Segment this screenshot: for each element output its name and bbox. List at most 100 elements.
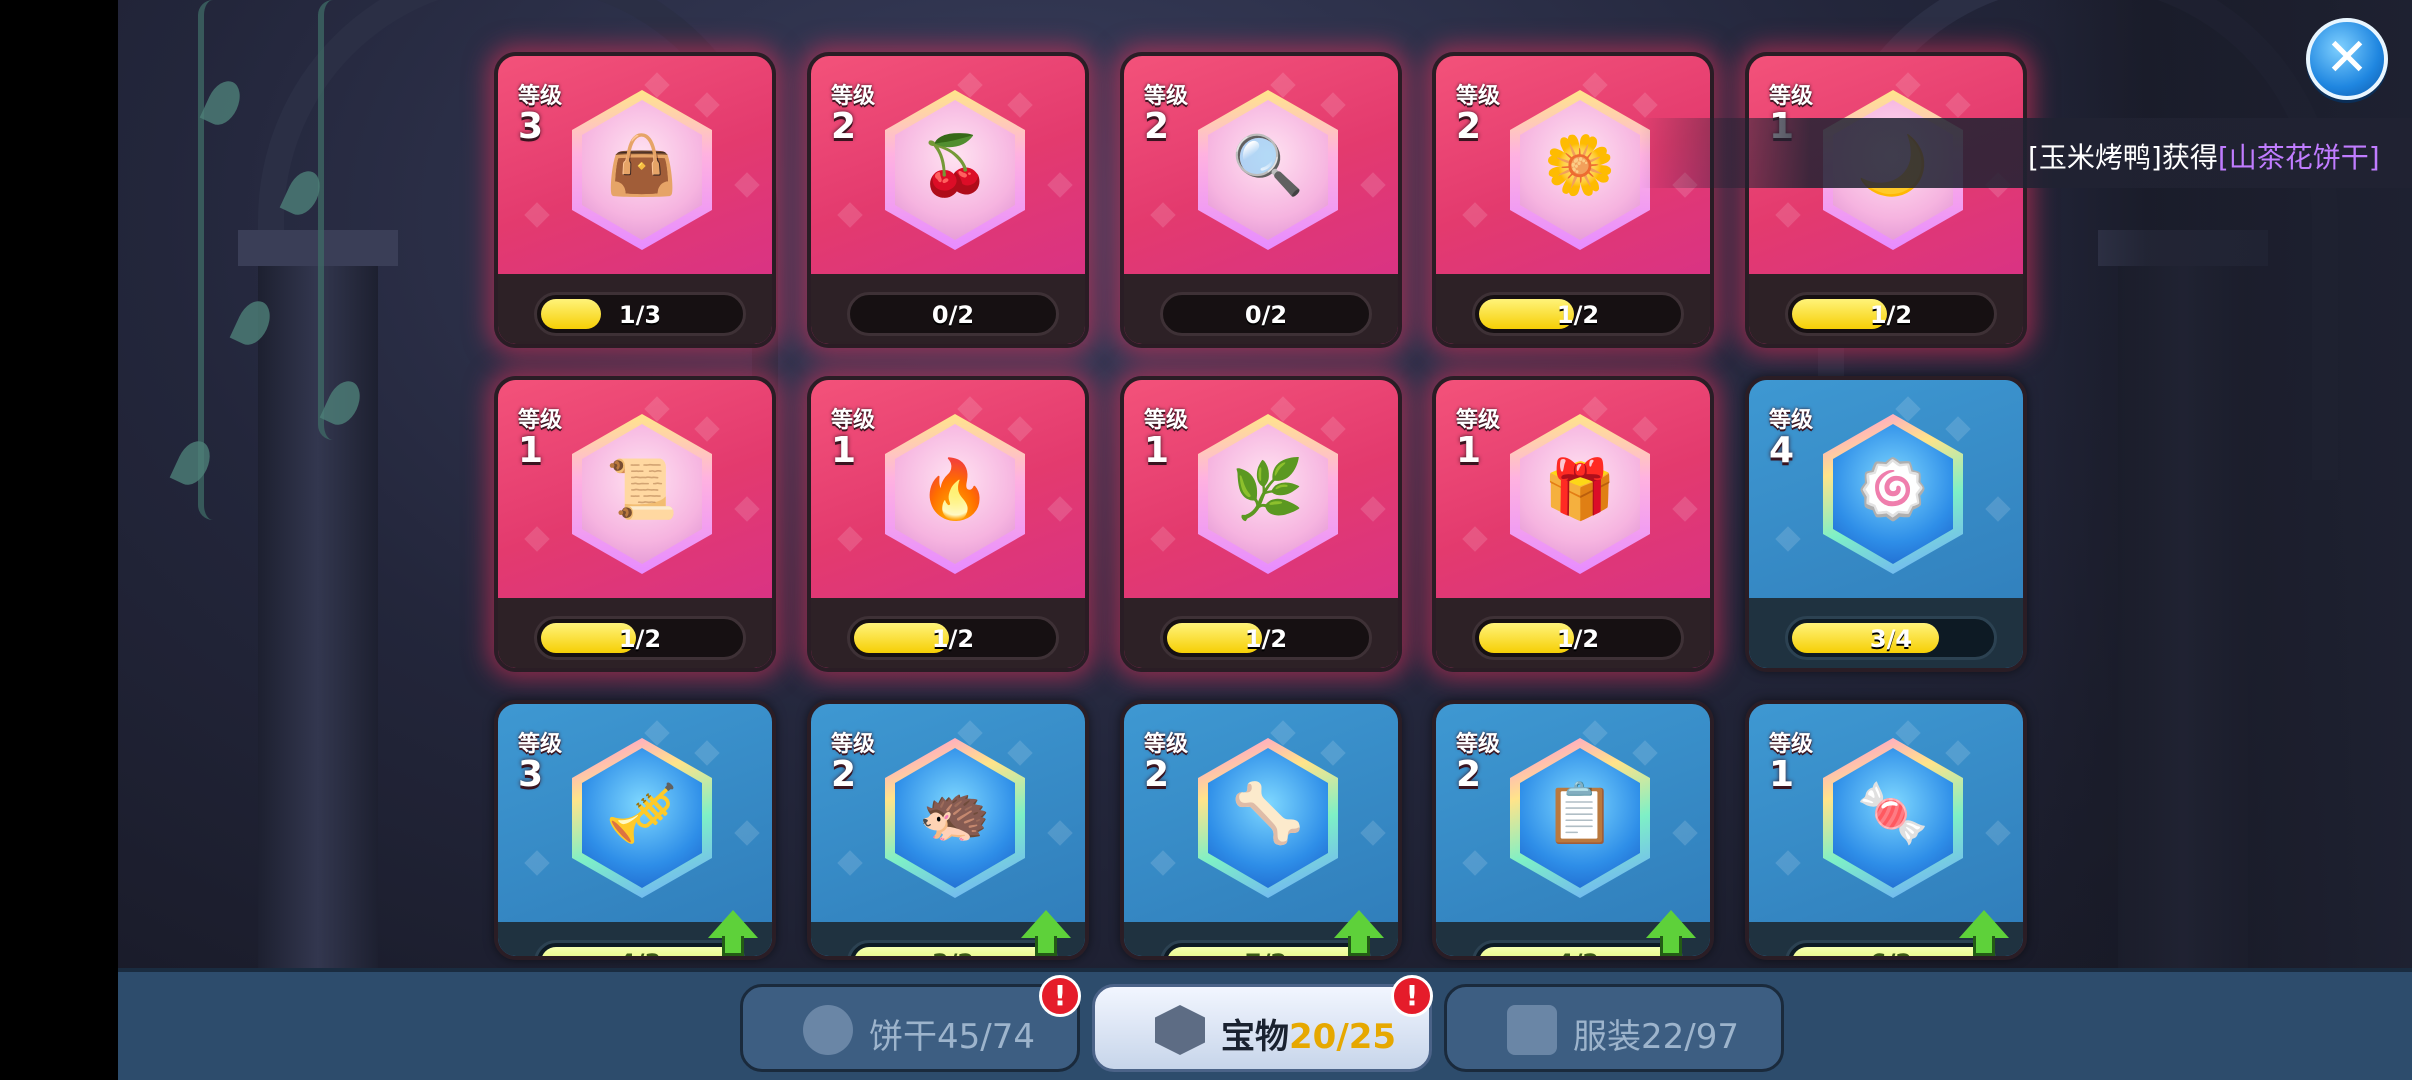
arrow-head — [1646, 910, 1696, 938]
tab-treasures[interactable]: 宝物20/25 ! — [1092, 975, 1433, 1072]
treasure-icon-frame: 🔥 — [885, 414, 1025, 574]
acquisition-text: [玉米烤鸭]获得[山茶花饼干] — [2028, 136, 2380, 176]
progress-text: 1/2 — [1556, 301, 1600, 329]
treasure-card[interactable]: 等级 3 👜 1/3 — [494, 52, 776, 348]
progress-bar: 1/2 — [1785, 292, 1997, 336]
treasure-icon: 📋 — [1543, 779, 1617, 847]
arrow-stem — [722, 936, 744, 956]
treasure-card[interactable]: 等级 2 🌼 1/2 — [1432, 52, 1714, 348]
vine-decoration — [318, 0, 348, 440]
treasure-icon-frame: 📋 — [1510, 738, 1650, 898]
treasure-icon: 🍥 — [1856, 455, 1930, 523]
tab-treasures-label: 宝物20/25 — [1221, 1009, 1396, 1058]
level-number: 2 — [1144, 106, 1170, 147]
treasure-icon: 🔍 — [1231, 131, 1305, 199]
treasure-icon: 🦔 — [918, 779, 992, 847]
card-decoration — [837, 850, 863, 876]
treasure-card[interactable]: 等级1🌙1/2 — [1745, 52, 2027, 348]
treasure-icon: 🌼 — [1543, 131, 1617, 199]
shirt-icon — [1507, 1005, 1557, 1055]
treasure-hex-icon — [1155, 1005, 1205, 1055]
upgrade-arrow-icon — [708, 910, 758, 956]
treasure-icon-frame: 🦔 — [885, 738, 1025, 898]
treasure-card[interactable]: 等级 1 🌿 1/2 — [1120, 376, 1402, 672]
card-decoration — [1047, 820, 1073, 846]
card-decoration — [1150, 850, 1176, 876]
progress-bar: 1/3 — [534, 292, 746, 336]
card-decoration — [837, 202, 863, 228]
treasure-card[interactable]: 等级 2 🍒 0/2 — [807, 52, 1089, 348]
card-decoration — [1775, 850, 1801, 876]
card-decoration — [1150, 526, 1176, 552]
level-number: 2 — [831, 106, 857, 147]
treasure-icon-frame: 🍬 — [1823, 738, 1963, 898]
tab-cookies[interactable]: 饼干45/74 ! — [740, 975, 1081, 1072]
arrow-stem — [1973, 936, 1995, 956]
card-decoration — [1672, 820, 1698, 846]
treasure-card[interactable]: 等级 1 🎁 1/2 — [1432, 376, 1714, 672]
card-decoration — [1360, 496, 1386, 522]
card-decoration — [837, 526, 863, 552]
treasure-icon-frame: 🍥 — [1823, 414, 1963, 574]
treasure-card[interactable]: 等级 1 🔥 1/2 — [807, 376, 1089, 672]
treasure-icon: 🎁 — [1543, 455, 1617, 523]
treasure-icon-frame: 🦴 — [1198, 738, 1338, 898]
progress-text: 1/2 — [1244, 625, 1288, 653]
treasure-card[interactable]: 等级2📋4/2 — [1432, 700, 1714, 960]
treasure-card[interactable]: 等级2🦔3/2 — [807, 700, 1089, 960]
upgrade-arrow-icon — [1646, 910, 1696, 956]
treasure-card[interactable]: 等级1🍬6/2 — [1745, 700, 2027, 960]
card-decoration — [1360, 172, 1386, 198]
treasure-icon: 👜 — [605, 131, 679, 199]
card-decoration — [1462, 202, 1488, 228]
tab-treasures-text: 宝物 — [1221, 1017, 1289, 1057]
close-button[interactable]: ✕ — [2306, 18, 2388, 100]
arrow-head — [708, 910, 758, 938]
progress-bar: 1/2 — [1160, 616, 1372, 660]
progress-bar: 0/2 — [1160, 292, 1372, 336]
card-decoration — [524, 526, 550, 552]
treasure-icon-frame: 📜 — [572, 414, 712, 574]
level-number: 2 — [1456, 754, 1482, 795]
card-decoration — [1672, 496, 1698, 522]
upgrade-arrow-icon — [1021, 910, 1071, 956]
card-decoration — [1462, 850, 1488, 876]
card-decoration — [524, 202, 550, 228]
card-decoration — [1047, 172, 1073, 198]
tab-costumes[interactable]: 服装22/97 — [1444, 984, 1784, 1072]
treasure-card[interactable]: 等级 2 🔍 0/2 — [1120, 52, 1402, 348]
card-decoration — [1150, 202, 1176, 228]
level-number: 2 — [831, 754, 857, 795]
arrow-head — [1959, 910, 2009, 938]
card-decoration — [1360, 820, 1386, 846]
level-number: 2 — [1456, 106, 1482, 147]
arrow-stem — [1035, 936, 1057, 956]
progress-text: 0/2 — [1244, 301, 1288, 329]
card-decoration — [1047, 496, 1073, 522]
alert-badge: ! — [1039, 975, 1081, 1017]
upgrade-arrow-icon — [1334, 910, 1384, 956]
acquisition-prefix: [玉米烤鸭]获得 — [2028, 141, 2218, 174]
close-icon: ✕ — [2325, 28, 2369, 88]
bottom-tab-bar: 饼干45/74 ! 宝物20/25 ! 服装22/97 — [118, 968, 2412, 1080]
treasure-card[interactable]: 等级3🎺4/3 — [494, 700, 776, 960]
progress-text: 1/2 — [1556, 625, 1600, 653]
treasure-icon: 🍬 — [1856, 779, 1930, 847]
card-decoration — [1462, 526, 1488, 552]
arrow-stem — [1660, 936, 1682, 956]
tab-treasures-count: 20/25 — [1289, 1017, 1397, 1057]
treasure-icon-frame: 🔍 — [1198, 90, 1338, 250]
level-number: 4 — [1769, 430, 1795, 471]
tab-costumes-label: 服装22/97 — [1573, 1017, 1739, 1057]
progress-bar: 3/4 — [1785, 616, 1997, 660]
progress-bar: 0/2 — [847, 292, 1059, 336]
treasure-icon-frame: 🌼 — [1510, 90, 1650, 250]
progress-text: 1/2 — [1869, 301, 1913, 329]
treasure-icon-frame: 🍒 — [885, 90, 1025, 250]
treasure-card[interactable]: 等级 4 🍥 3/4 — [1745, 376, 2027, 672]
card-decoration — [1985, 820, 2011, 846]
treasure-card[interactable]: 等级2🦴7/2 — [1120, 700, 1402, 960]
progress-text: 3/4 — [1869, 625, 1913, 653]
card-decoration — [1775, 202, 1801, 228]
treasure-card[interactable]: 等级 1 📜 1/2 — [494, 376, 776, 672]
